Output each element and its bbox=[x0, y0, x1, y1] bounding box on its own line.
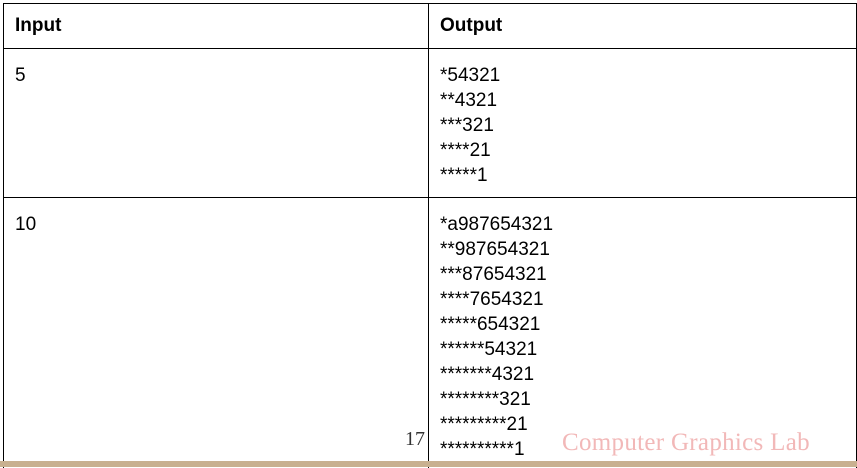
header-row: Input Output bbox=[4, 4, 857, 49]
output-lines: *54321 **4321 ***321 ****21 *****1 bbox=[429, 49, 856, 188]
output-line: ****7654321 bbox=[440, 287, 856, 312]
output-cell: *a987654321 **987654321 ***87654321 ****… bbox=[429, 198, 857, 468]
output-line: *****654321 bbox=[440, 312, 856, 337]
output-line: ***321 bbox=[440, 113, 856, 138]
output-line: *****1 bbox=[440, 163, 856, 188]
output-line: ********321 bbox=[440, 387, 856, 412]
input-output-table: Input Output 5 *54321 **4321 ***321 ****… bbox=[3, 3, 857, 468]
output-line: **987654321 bbox=[440, 237, 856, 262]
output-column-header: Output bbox=[429, 4, 857, 49]
input-column-header: Input bbox=[4, 4, 429, 49]
output-line: **4321 bbox=[440, 88, 856, 113]
table-row: 5 *54321 **4321 ***321 ****21 *****1 bbox=[4, 49, 857, 198]
output-line: *******4321 bbox=[440, 362, 856, 387]
page-number: 17 bbox=[405, 428, 425, 451]
table-row: 10 *a987654321 **987654321 ***87654321 *… bbox=[4, 198, 857, 468]
input-value: 10 bbox=[4, 198, 428, 237]
output-cell: *54321 **4321 ***321 ****21 *****1 bbox=[429, 49, 857, 198]
output-line: ******54321 bbox=[440, 337, 856, 362]
input-cell: 5 bbox=[4, 49, 429, 198]
output-lines: *a987654321 **987654321 ***87654321 ****… bbox=[429, 198, 856, 462]
output-line: ***87654321 bbox=[440, 262, 856, 287]
input-value: 5 bbox=[4, 49, 428, 88]
input-cell: 10 bbox=[4, 198, 429, 468]
output-line: ****21 bbox=[440, 138, 856, 163]
output-line: *a987654321 bbox=[440, 212, 856, 237]
output-line: *54321 bbox=[440, 63, 856, 88]
lab-watermark: Computer Graphics Lab bbox=[562, 429, 810, 457]
footer-bar bbox=[0, 461, 857, 467]
